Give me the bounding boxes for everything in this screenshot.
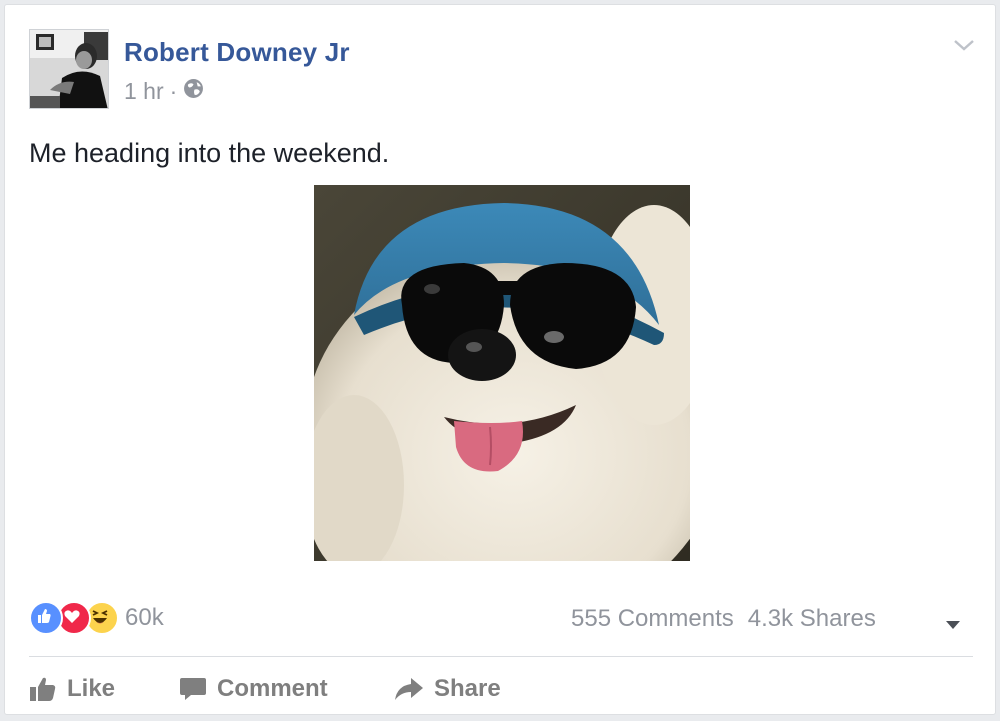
comment-button[interactable]: Comment [179, 675, 394, 703]
post-timestamp[interactable]: 1 hr [124, 78, 164, 105]
post-actions-bar: Like Comment Share [29, 669, 501, 709]
share-arrow-icon [394, 676, 424, 702]
share-button[interactable]: Share [394, 675, 501, 703]
post-photo[interactable] [314, 185, 690, 561]
post-options-chevron-icon[interactable] [951, 35, 977, 55]
engagement-counts: 555 Comments 4.3k Shares [571, 605, 876, 633]
comment-bubble-icon [179, 676, 207, 702]
shares-count-link[interactable]: 4.3k Shares [748, 605, 876, 633]
globe-icon[interactable] [183, 78, 204, 105]
reactions-summary[interactable]: 60k [29, 601, 164, 635]
post-meta: 1 hr · [124, 78, 204, 105]
post-text: Me heading into the weekend. [29, 138, 390, 168]
reaction-count: 60k [125, 604, 164, 631]
like-reaction-icon [29, 601, 63, 635]
share-label: Share [434, 675, 501, 702]
comment-label: Comment [217, 675, 328, 702]
thumbs-up-icon [29, 676, 57, 702]
author-name[interactable]: Robert Downey Jr [124, 37, 350, 68]
like-button[interactable]: Like [29, 675, 179, 703]
comments-count-link[interactable]: 555 Comments [571, 605, 734, 633]
meta-separator: · [169, 78, 178, 104]
actions-divider [29, 656, 973, 657]
like-label: Like [67, 675, 116, 702]
post-card: Robert Downey Jr 1 hr · Me heading into … [4, 4, 996, 715]
audience-caret-down-icon[interactable] [945, 618, 961, 630]
author-avatar[interactable] [29, 29, 109, 109]
